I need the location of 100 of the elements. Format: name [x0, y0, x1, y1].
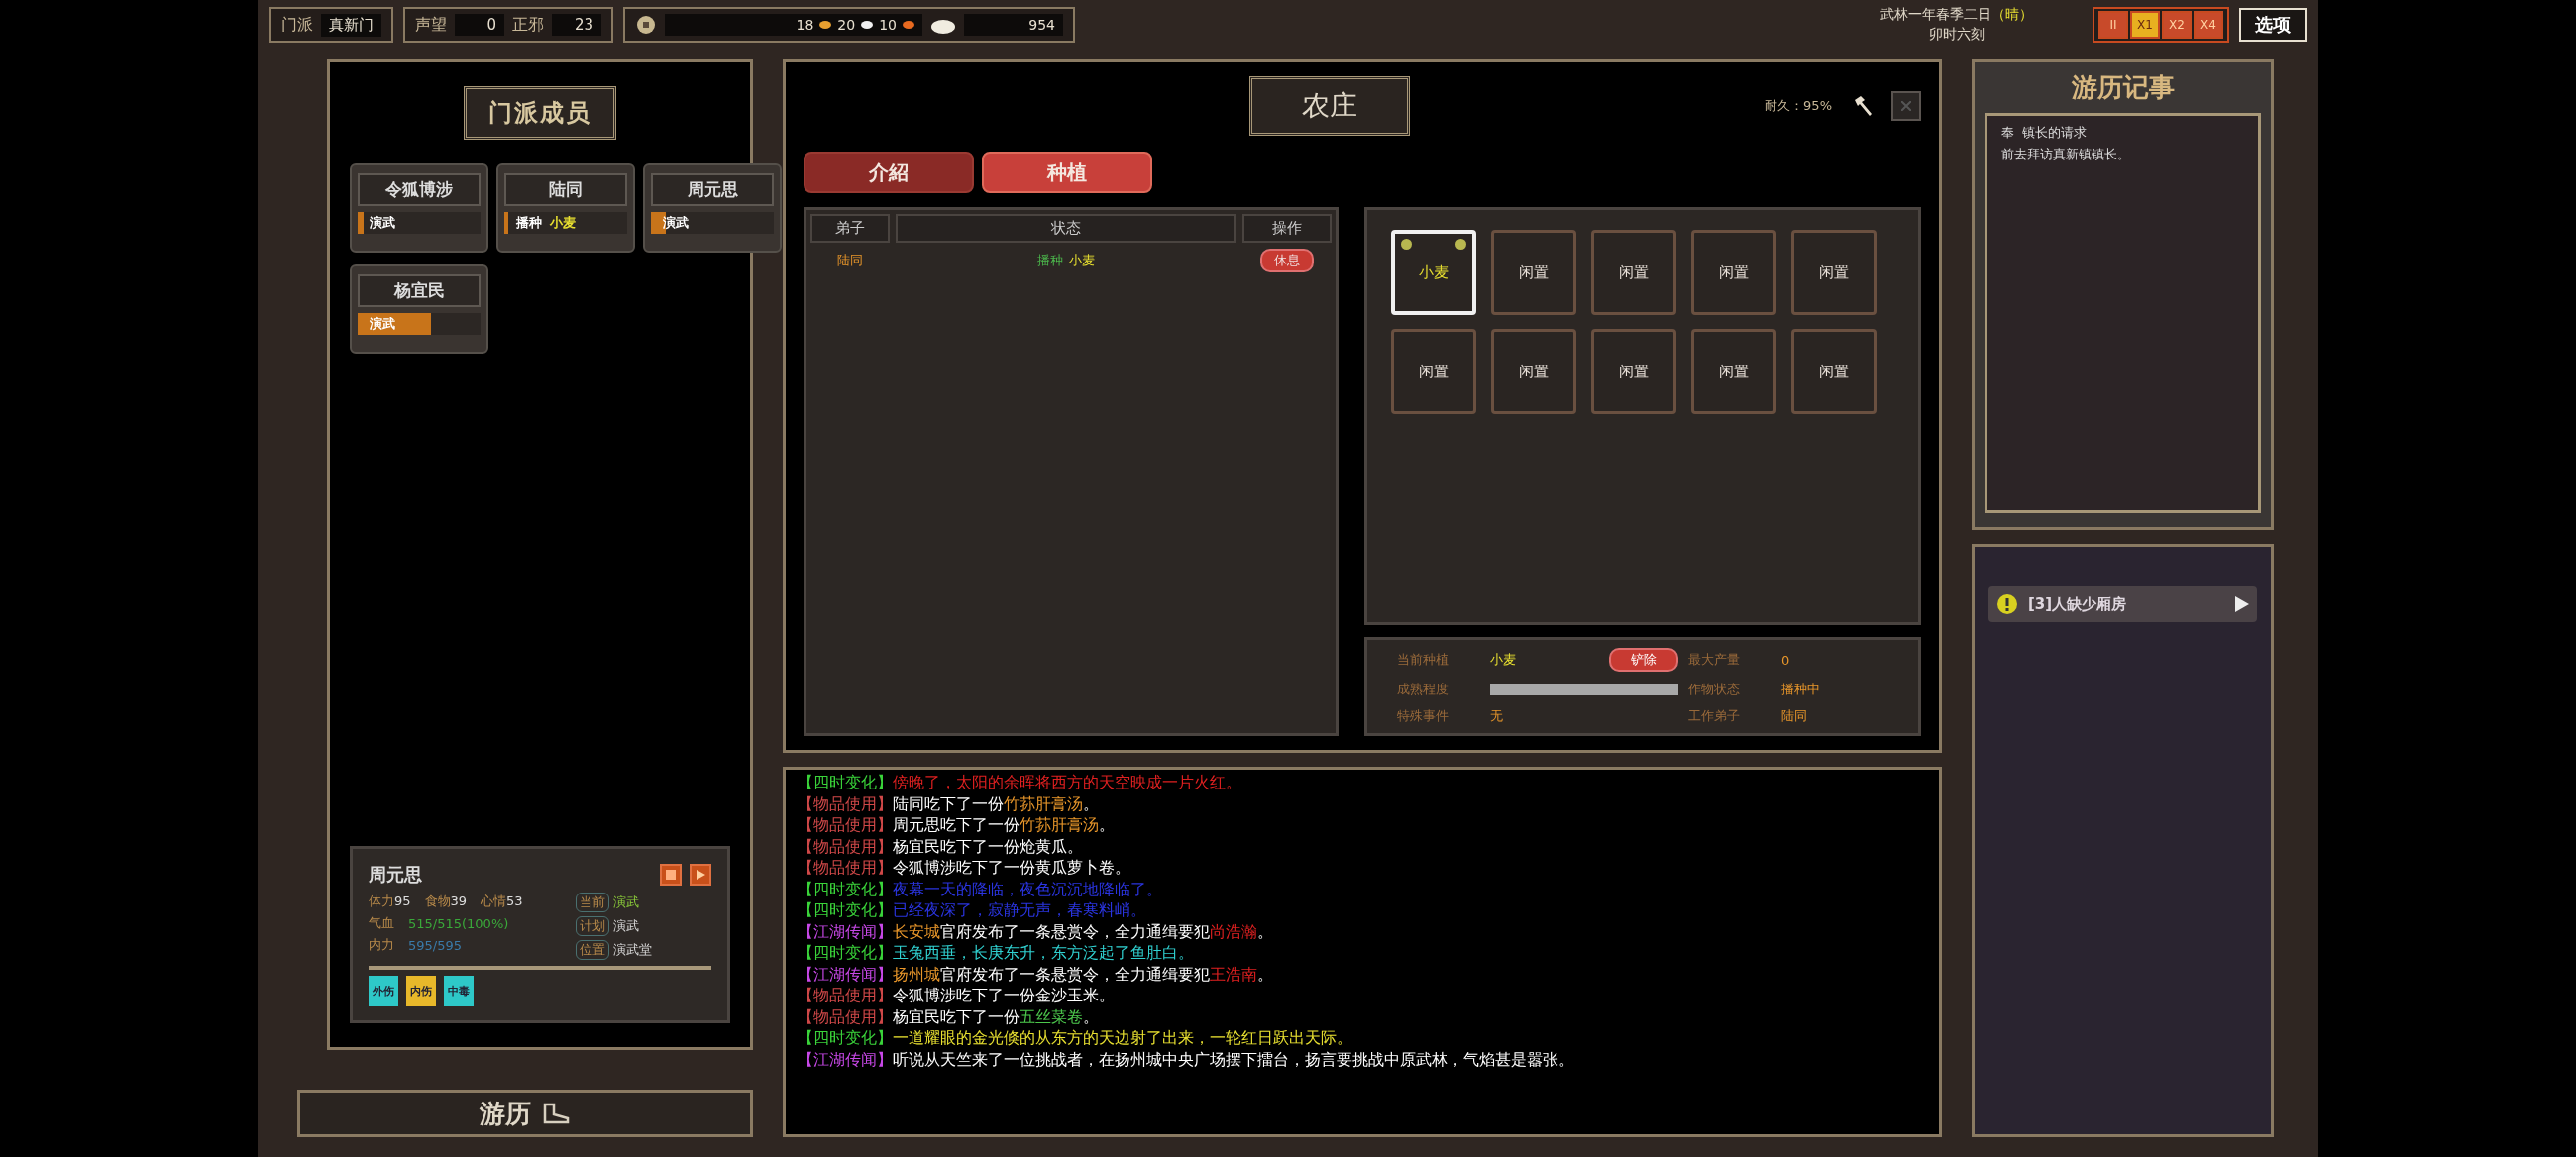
journal-title: 游历记事	[2070, 71, 2176, 104]
info-value: 陆同	[1781, 706, 1808, 725]
time-text: 卯时六刻	[1929, 26, 1985, 44]
detail-value: 595/595	[408, 937, 462, 953]
effect-tag: 外伤	[369, 976, 398, 1006]
close-icon	[1901, 101, 1911, 111]
effect-tag: 内伤	[406, 976, 436, 1006]
remove-button[interactable]: 铲除	[1609, 648, 1678, 673]
farm-plot[interactable]: 闲置	[1491, 329, 1576, 414]
money-value: 954	[1028, 17, 1055, 33]
member-card[interactable]: 杨宜民 演武	[350, 264, 488, 354]
farm-plot[interactable]: 闲置	[1791, 329, 1877, 414]
log-line: 【江湖传闻】听说从天竺来了一位挑战者，在扬州城中央广场摆下擂台，扬言要挑战中原武林，气焰甚是嚣张。	[798, 1048, 1575, 1070]
detail-tag: 计划	[576, 916, 609, 936]
info-value: 播种中	[1781, 681, 1821, 698]
coin-icon	[635, 14, 657, 36]
farm-plot[interactable]: 闲置	[1591, 230, 1676, 315]
info-value: 小麦	[1490, 651, 1517, 670]
member-name: 令狐博涉	[358, 173, 481, 206]
farm-plot[interactable]: 闲置	[1691, 329, 1776, 414]
info-label: 作物状态	[1688, 681, 1741, 698]
member-card[interactable]: 令狐博涉 演武	[350, 163, 488, 253]
date-text: 武林一年春季二日（晴）	[1880, 6, 2033, 24]
tab[interactable]: 种植	[982, 152, 1152, 193]
entry-marker: 奉	[2001, 124, 2014, 142]
log-line: 【四时变化】已经夜深了，寂静无声，春寒料峭。	[798, 899, 1147, 921]
farm-plot[interactable]: 闲置	[1791, 230, 1877, 315]
stat-value: 0	[455, 14, 504, 36]
farm-plot[interactable]: 闲置	[1491, 230, 1576, 315]
plot-dot-icon	[1455, 239, 1466, 250]
stat-label: 正邪	[512, 14, 544, 36]
column-header: 状态	[896, 214, 1236, 243]
log-line: 【物品使用】周元思吃下了一份竹荪肝膏汤。	[798, 814, 1116, 836]
entry-text: 前去拜访真新镇镇长。	[2001, 146, 2130, 163]
info-value: 0	[1781, 652, 1791, 668]
tab[interactable]: 介紹	[804, 152, 974, 193]
info-label: 工作弟子	[1688, 706, 1741, 725]
durability-text: 耐久：95%	[1765, 97, 1832, 115]
detail-tag: 位置	[576, 940, 609, 960]
play-button[interactable]	[690, 864, 711, 886]
detail-label: 气血	[369, 914, 394, 932]
plot-dot-icon	[1401, 239, 1412, 250]
alert-icon	[1996, 593, 2018, 615]
column-header: 操作	[1242, 214, 1332, 243]
detail-tag-value: 演武	[613, 894, 639, 911]
info-label: 当前种植	[1397, 651, 1449, 670]
log-line: 【四时变化】一道耀眼的金光倏的从东方的天边射了出来，一轮红日跃出天际。	[798, 1027, 1353, 1049]
farm-plot[interactable]: 闲置	[1391, 329, 1476, 414]
stat-label: 声望	[415, 14, 447, 36]
close-button[interactable]	[1891, 91, 1921, 121]
log-line: 【物品使用】令狐博涉吃下了一份金沙玉米。	[798, 985, 1116, 1006]
farm-plot[interactable]: 闲置	[1691, 230, 1776, 315]
column-header: 弟子	[810, 214, 890, 243]
play-icon	[2235, 596, 2249, 612]
log-line: 【物品使用】杨宜民吃下了一份五丝菜卷。	[798, 1005, 1100, 1027]
status-cell: 播种	[1037, 252, 1063, 269]
log-line: 【物品使用】令狐博涉吃下了一份黄瓜萝卜卷。	[798, 857, 1131, 879]
members-title: 门派成员	[464, 86, 616, 140]
speed-button[interactable]: X1	[2130, 11, 2160, 39]
member-card[interactable]: 陆同 播种 小麦	[496, 163, 635, 253]
farm-plot[interactable]: 小麦	[1391, 230, 1476, 315]
boot-icon	[541, 1103, 571, 1124]
member-name: 周元思	[651, 173, 774, 206]
sect-label: 门派	[281, 14, 313, 36]
detail-name: 周元思	[369, 863, 422, 887]
log-line: 【江湖传闻】长安城官府发布了一条悬赏令，全力通缉要犯尚浩瀚。	[798, 920, 1274, 942]
disciple-cell-text: 陆同	[836, 252, 864, 269]
rest-button[interactable]: 休息	[1260, 249, 1314, 272]
play-icon	[696, 870, 705, 880]
stop-button[interactable]	[660, 864, 682, 886]
sect-name: 真新门	[321, 13, 381, 37]
travel-button[interactable]: 游历	[297, 1090, 753, 1137]
detail-stat: 食物39	[424, 893, 468, 910]
farm-plot[interactable]: 闲置	[1591, 329, 1676, 414]
resource-icon	[819, 20, 832, 30]
info-label: 最大产量	[1688, 651, 1741, 670]
resource-icon	[903, 20, 914, 30]
log-line: 【物品使用】陆同吃下了一份竹荪肝膏汤。	[798, 792, 1100, 814]
detail-stat: 心情53	[481, 893, 523, 910]
entry-title: 镇长的请求	[2022, 124, 2087, 142]
member-name: 陆同	[504, 173, 627, 206]
detail-label: 内力	[369, 936, 394, 954]
log-line: 【物品使用】杨宜民吃下了一份炝黄瓜。	[798, 835, 1084, 857]
resource-value: 18	[796, 17, 814, 33]
log-line: 【四时变化】玉兔西垂，长庚东升，东方泛起了鱼肚白。	[798, 942, 1195, 964]
member-status: 演武	[370, 214, 395, 232]
log-line: 【江湖传闻】扬州城官府发布了一条悬赏令，全力通缉要犯王浩南。	[798, 963, 1274, 985]
status-cell: 小麦	[1069, 252, 1095, 269]
detail-tag-value: 演武	[613, 917, 639, 935]
effect-tag: 中毒	[444, 976, 474, 1006]
options-button[interactable]: 选项	[2239, 8, 2307, 42]
member-name: 杨宜民	[358, 274, 481, 307]
stat-value: 23	[552, 14, 601, 36]
stop-icon	[666, 870, 676, 880]
quest-item[interactable]: [3]人缺少厢房	[1988, 586, 2257, 622]
log-line: 【四时变化】傍晚了，太阳的余晖将西方的天空映成一片火红。	[798, 772, 1242, 793]
resource-value: 10	[879, 17, 897, 33]
detail-value: 515/515(100%)	[408, 915, 509, 931]
detail-tag-value: 演武堂	[613, 941, 652, 959]
log-line: 【四时变化】夜幕一天的降临，夜色沉沉地降临了。	[798, 878, 1163, 899]
